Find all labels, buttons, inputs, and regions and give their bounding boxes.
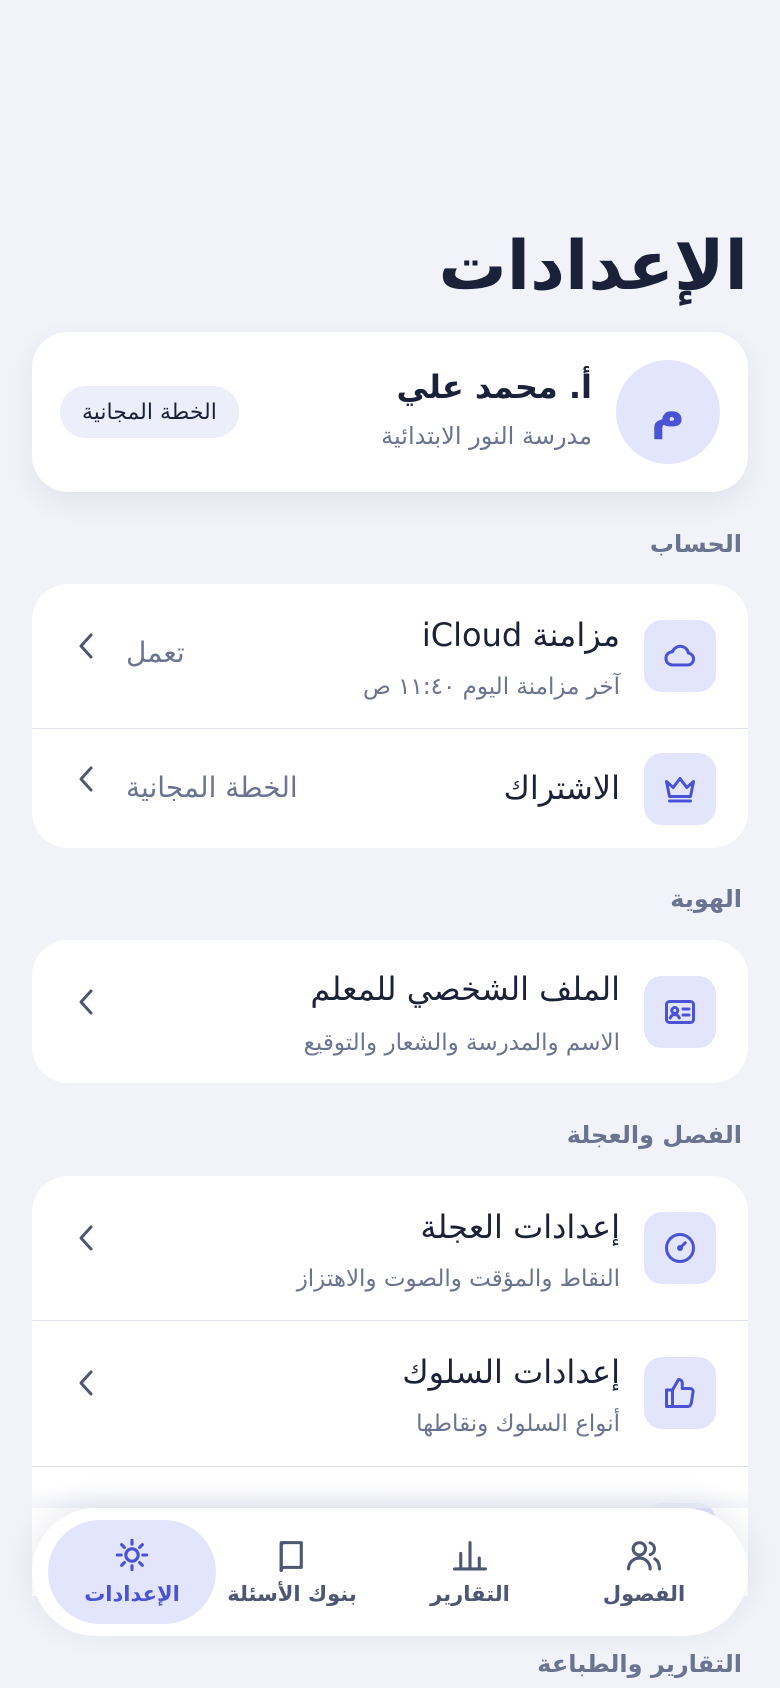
tab-classes-label: الفصول [602,1582,686,1606]
profile-school: مدرسة النور الابتدائية [381,422,592,450]
cloud-icon [644,620,716,692]
teacher-profile-subtitle: الاسم والمدرسة والشعار والتوقيع [303,1030,620,1056]
tab-settings-label: الإعدادات [84,1582,180,1606]
bottom-tab-bar: الفصول التقارير بنوك الأسئلة الإعدادات [32,1508,748,1636]
tab-classes[interactable]: الفصول [560,1520,728,1624]
book-icon [273,1538,311,1576]
tab-settings[interactable]: الإعدادات [48,1520,216,1624]
identity-card: الملف الشخصي للمعلم الاسم والمدرسة والشع… [32,940,748,1083]
chevron-left-icon [72,632,100,660]
section-title-reports-printing: التقارير والطباعة [537,1650,742,1678]
crown-icon [644,753,716,825]
section-title-account: الحساب [649,530,742,558]
teacher-profile-title: الملف الشخصي للمعلم [310,970,620,1008]
thumbs-up-icon [644,1357,716,1429]
page-title: الإعدادات [438,227,748,306]
wheel-settings-title: إعدادات العجلة [420,1208,620,1246]
tab-question-banks-label: بنوك الأسئلة [227,1582,357,1606]
sun-gear-icon [113,1538,151,1576]
subscription-row[interactable]: الاشتراك الخطة المجانية [32,729,748,848]
tab-reports[interactable]: التقارير [386,1520,554,1624]
subscription-value: الخطة المجانية [126,771,298,804]
wheel-settings-subtitle: النقاط والمؤقت والصوت والاهتزاز [296,1266,620,1292]
subscription-title: الاشتراك [503,769,620,807]
gauge-icon [644,1212,716,1284]
wheel-settings-row[interactable]: إعدادات العجلة النقاط والمؤقت والصوت وال… [32,1176,748,1321]
teacher-profile-row[interactable]: الملف الشخصي للمعلم الاسم والمدرسة والشع… [32,940,748,1083]
chevron-left-icon [72,1369,100,1397]
people-icon [625,1538,663,1576]
icloud-sync-status: تعمل [126,636,185,669]
profile-name: أ. محمد علي [396,368,592,406]
section-title-identity: الهوية [670,885,742,913]
icloud-sync-title: مزامنة iCloud [421,616,620,654]
section-title-class-wheel: الفصل والعجلة [566,1121,742,1149]
behavior-settings-subtitle: أنواع السلوك ونقاطها [416,1411,620,1437]
account-card: مزامنة iCloud آخر مزامنة اليوم ١١:٤٠ ص ت… [32,584,748,848]
avatar: م [616,360,720,464]
chevron-left-icon [72,765,100,793]
scroll-fade [0,1488,780,1508]
tab-question-banks[interactable]: بنوك الأسئلة [208,1520,376,1624]
bar-chart-icon [451,1538,489,1576]
behavior-settings-title: إعدادات السلوك [402,1353,620,1391]
id-card-icon [644,976,716,1048]
icloud-sync-row[interactable]: مزامنة iCloud آخر مزامنة اليوم ١١:٤٠ ص ت… [32,584,748,729]
behavior-settings-row[interactable]: إعدادات السلوك أنواع السلوك ونقاطها [32,1321,748,1467]
chevron-left-icon [72,1224,100,1252]
profile-card[interactable]: م أ. محمد علي مدرسة النور الابتدائية الخ… [32,332,748,492]
chevron-left-icon [72,988,100,1016]
tab-reports-label: التقارير [430,1582,510,1606]
plan-badge: الخطة المجانية [60,386,239,438]
icloud-sync-subtitle: آخر مزامنة اليوم ١١:٤٠ ص [363,674,620,700]
